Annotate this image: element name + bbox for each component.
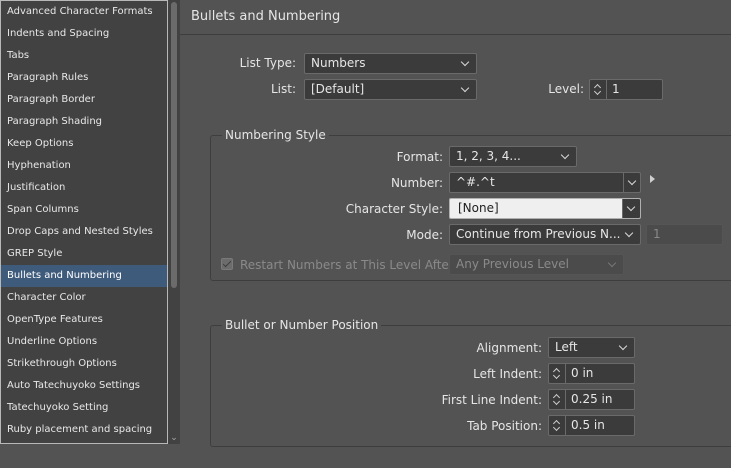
restart-level-value: Any Previous Level (456, 257, 569, 271)
number-combo[interactable]: ^#.^t (449, 172, 641, 193)
sidebar-item[interactable]: Character Color (1, 287, 167, 309)
insert-special-character-icon[interactable] (650, 175, 655, 183)
chevron-down-icon[interactable] (622, 199, 640, 218)
number-value: ^#.^t (456, 175, 495, 189)
sidebar-item[interactable]: Bullets and Numbering (1, 265, 167, 287)
start-at-value: 1 (653, 227, 661, 241)
left-indent-label: Left Indent: (473, 367, 542, 381)
sidebar-item[interactable]: Strikethrough Options (1, 353, 167, 375)
page-title: Bullets and Numbering (191, 9, 341, 24)
list-type-label: List Type: (239, 56, 296, 70)
start-at-field[interactable]: 1 (646, 224, 723, 245)
list-type-value: Numbers (311, 56, 366, 70)
stepper-icon[interactable] (590, 80, 607, 99)
scrollbar-thumb[interactable] (171, 2, 177, 288)
sidebar-item[interactable]: Keep Options (1, 133, 167, 155)
chevron-down-icon (617, 338, 629, 357)
sidebar-item[interactable]: Ruby placement and spacing (1, 419, 167, 441)
position-title: Bullet or Number Position (222, 318, 382, 332)
sidebar-item[interactable]: Justification (1, 177, 167, 199)
sidebar-item[interactable]: Tabs (1, 45, 167, 67)
mode-value: Continue from Previous N... (456, 227, 621, 241)
sidebar-item[interactable]: OpenType Features (1, 309, 167, 331)
sidebar-item[interactable]: Indents and Spacing (1, 23, 167, 45)
tab-position-label: Tab Position: (467, 419, 542, 433)
alignment-dropdown[interactable]: Left (548, 337, 635, 358)
sidebar-item[interactable]: Hyphenation (1, 155, 167, 177)
sidebar-item[interactable]: Paragraph Border (1, 89, 167, 111)
restart-numbers-label: Restart Numbers at This Level After: (240, 258, 458, 272)
sidebar-item[interactable]: Underline Options (1, 331, 167, 353)
sidebar-item[interactable]: GREP Style (1, 243, 167, 265)
numbering-style-title: Numbering Style (222, 128, 329, 142)
alignment-value: Left (555, 340, 578, 354)
list-value: [Default] (311, 82, 365, 96)
chevron-down-icon (459, 80, 471, 99)
level-field[interactable]: 1 (589, 79, 663, 100)
tab-position-field[interactable]: 0.5 in (548, 415, 635, 436)
sidebar-item[interactable]: Paragraph Shading (1, 111, 167, 133)
sidebar-item[interactable]: Advanced Character Formats (1, 1, 167, 23)
list-label: List: (270, 82, 296, 96)
list-type-dropdown[interactable]: Numbers (304, 53, 477, 74)
first-line-indent-field[interactable]: 0.25 in (548, 389, 635, 410)
stepper-icon[interactable] (549, 390, 566, 409)
tab-position-value: 0.5 in (571, 418, 605, 432)
chevron-down-icon (459, 54, 471, 73)
mode-dropdown[interactable]: Continue from Previous N... (449, 224, 641, 245)
sidebar-item[interactable]: Tatechuyoko Setting (1, 397, 167, 419)
number-label: Number: (390, 176, 443, 190)
left-indent-field[interactable]: 0 in (548, 363, 635, 384)
sidebar-scrollbar[interactable]: ⌄ (168, 0, 180, 444)
sidebar-item[interactable]: Span Columns (1, 199, 167, 221)
sidebar-item[interactable]: Auto Tatechuyoko Settings (1, 375, 167, 397)
chevron-down-icon (559, 147, 571, 166)
combo-divider (623, 173, 624, 192)
first-line-indent-label: First Line Indent: (441, 393, 542, 407)
sidebar-item[interactable]: Paragraph Rules (1, 67, 167, 89)
format-dropdown[interactable]: 1, 2, 3, 4... (449, 146, 577, 167)
first-line-indent-value: 0.25 in (571, 392, 613, 406)
category-list: Advanced Character Formats Indents and Sp… (0, 0, 168, 444)
character-style-dropdown[interactable]: [None] (449, 198, 641, 219)
restart-numbers-checkbox[interactable] (221, 258, 233, 270)
mode-label: Mode: (406, 228, 443, 242)
sidebar-item[interactable]: Drop Caps and Nested Styles (1, 221, 167, 243)
title-divider (180, 34, 731, 35)
character-style-label: Character Style: (345, 202, 443, 216)
chevron-down-icon (606, 255, 618, 274)
chevron-down-icon[interactable] (626, 173, 638, 192)
scroll-down-icon[interactable]: ⌄ (169, 432, 179, 444)
stepper-icon[interactable] (549, 364, 566, 383)
restart-level-dropdown[interactable]: Any Previous Level (449, 254, 624, 275)
character-style-value: [None] (458, 201, 499, 215)
chevron-down-icon (623, 225, 635, 244)
level-value: 1 (612, 82, 620, 96)
level-label: Level: (548, 82, 584, 96)
format-label: Format: (396, 150, 443, 164)
format-value: 1, 2, 3, 4... (456, 149, 521, 163)
alignment-label: Alignment: (476, 341, 542, 355)
list-dropdown[interactable]: [Default] (304, 79, 477, 100)
stepper-icon[interactable] (549, 416, 566, 435)
left-indent-value: 0 in (571, 366, 594, 380)
